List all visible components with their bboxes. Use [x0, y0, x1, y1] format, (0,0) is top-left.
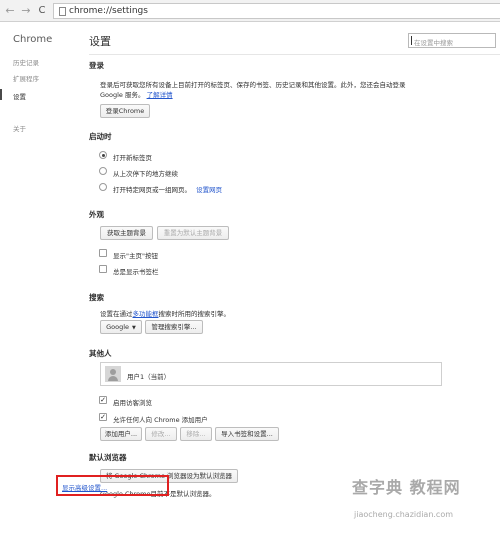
get-themes-button[interactable]: 获取主题背景: [100, 226, 153, 240]
reload-icon[interactable]: C: [36, 4, 48, 17]
forward-arrow-icon[interactable]: →: [20, 4, 32, 17]
search-desc-prefix: 设置在通过: [100, 310, 133, 318]
startup-section-title: 启动时: [89, 132, 112, 141]
add-user-button[interactable]: 添加用户...: [100, 427, 142, 441]
signin-chrome-button[interactable]: 登录Chrome: [100, 104, 150, 118]
back-arrow-icon[interactable]: ←: [4, 4, 16, 17]
watermark: 查字典 教程网 jiaocheng.chazidian.com: [352, 472, 498, 532]
sidebar-item-about[interactable]: 关于: [13, 123, 26, 133]
startup-radio-specific-pages[interactable]: [99, 183, 107, 191]
watermark-url: jiaocheng.chazidian.com: [354, 510, 454, 519]
guest-browsing-checkbox[interactable]: ✓: [99, 396, 107, 404]
startup-option-specific-pages: 打开特定网页或一组网页。 设置网页: [113, 184, 222, 194]
user-name[interactable]: 用户1（当前）: [127, 371, 170, 381]
user-avatar-icon: [105, 366, 121, 382]
watermark-title: 查字典 教程网: [352, 478, 461, 497]
allow-add-user-checkbox[interactable]: ✓: [99, 413, 107, 421]
sidebar-active-marker: [0, 89, 2, 100]
sidebar-item-history[interactable]: 历史记录: [13, 57, 39, 67]
set-pages-link[interactable]: 设置网页: [196, 186, 222, 194]
startup-option-specific-label: 打开特定网页或一组网页。: [113, 186, 191, 194]
manage-search-engines-button[interactable]: 管理搜索引擎...: [145, 320, 203, 334]
page-icon: [59, 7, 66, 16]
startup-radio-continue[interactable]: [99, 167, 107, 175]
import-bookmarks-button[interactable]: 导入书签和设置...: [215, 427, 279, 441]
edit-user-button[interactable]: 修改...: [145, 427, 177, 441]
omnibox-link[interactable]: 多功能框: [133, 310, 159, 318]
search-placeholder: 在设置中搜索: [414, 39, 453, 47]
allow-add-user-label: 允许任何人向 Chrome 添加用户: [113, 416, 208, 424]
learn-more-link[interactable]: 了解详情: [147, 91, 173, 99]
address-bar[interactable]: chrome://settings: [53, 3, 500, 19]
people-section-title: 其他人: [89, 349, 112, 358]
dropdown-arrow-icon: ▼: [132, 325, 136, 331]
user-list: 用户1（当前）: [100, 362, 442, 386]
sidebar-brand: Chrome: [13, 34, 53, 45]
settings-search-input[interactable]: 在设置中搜索: [408, 33, 496, 48]
sidebar-item-settings[interactable]: 设置: [13, 91, 26, 101]
appearance-section-title: 外观: [89, 210, 104, 219]
sidebar-item-extensions[interactable]: 扩展程序: [13, 73, 39, 83]
search-description: 设置在通过多功能框搜索时所用的搜索引擎。: [100, 308, 230, 318]
signin-description-services: Google 服务。: [100, 91, 145, 99]
text-caret: [411, 36, 412, 45]
signin-description: 登录后可获取您所有设备上目前打开的标签页、保存的书签、历史记录和其他设置。此外，…: [100, 81, 406, 89]
header-divider: [89, 54, 500, 55]
guest-browsing-label: 启用访客浏览: [113, 399, 152, 407]
startup-option-new-tab: 打开新标签页: [113, 154, 152, 162]
search-section-title: 搜索: [89, 293, 104, 302]
startup-radio-new-tab[interactable]: [99, 151, 107, 159]
address-url[interactable]: chrome://settings: [69, 5, 148, 18]
default-browser-section-title: 默认浏览器: [89, 453, 127, 462]
search-engine-select[interactable]: Google ▼: [100, 320, 142, 334]
search-engine-value: Google: [106, 323, 130, 331]
show-bookmarks-checkbox[interactable]: [99, 265, 107, 273]
show-home-label: 显示"主页"按钮: [113, 252, 158, 260]
signin-description-line2: Google 服务。 了解详情: [100, 89, 173, 99]
browser-toolbar: ← → C chrome://settings: [0, 0, 500, 22]
show-home-checkbox[interactable]: [99, 249, 107, 257]
reset-theme-button[interactable]: 重置为默认主题背景: [157, 226, 229, 240]
signin-section-title: 登录: [89, 61, 104, 70]
search-desc-suffix: 搜索时所用的搜索引擎。: [158, 310, 231, 318]
highlight-annotation-box: [56, 475, 169, 496]
remove-user-button[interactable]: 移除...: [180, 427, 212, 441]
show-bookmarks-label: 总是显示书签栏: [113, 268, 159, 276]
page-title: 设置: [89, 35, 111, 48]
startup-option-continue: 从上次停下的地方继续: [113, 170, 178, 178]
